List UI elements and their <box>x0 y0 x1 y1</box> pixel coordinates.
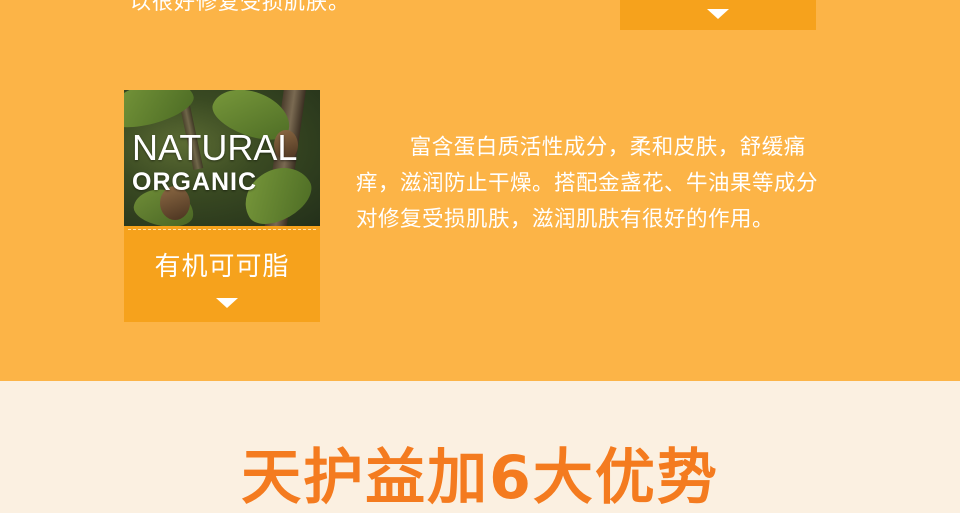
chevron-down-icon <box>707 9 729 19</box>
previous-item-description: 以很好修复受损肌肤。 <box>130 0 350 14</box>
ingredient-name: 有机可可脂 <box>154 252 290 282</box>
cocoa-plant-photo: NATURAL ORGANIC <box>124 90 320 226</box>
ingredient-card[interactable]: NATURAL ORGANIC 有机可可脂 <box>124 90 320 322</box>
dashed-divider <box>128 229 316 230</box>
ingredient-description: 富含蛋白质活性成分，柔和皮肤，舒缓痛痒，滋润防止干燥。搭配金盏花、牛油果等成分对… <box>356 135 819 232</box>
previous-item-card[interactable] <box>620 0 816 30</box>
chevron-down-icon <box>216 298 238 308</box>
section-title: 天护益加6大优势 <box>241 443 719 513</box>
organic-text: ORGANIC <box>132 168 258 196</box>
natural-text: NATURAL <box>132 127 298 168</box>
